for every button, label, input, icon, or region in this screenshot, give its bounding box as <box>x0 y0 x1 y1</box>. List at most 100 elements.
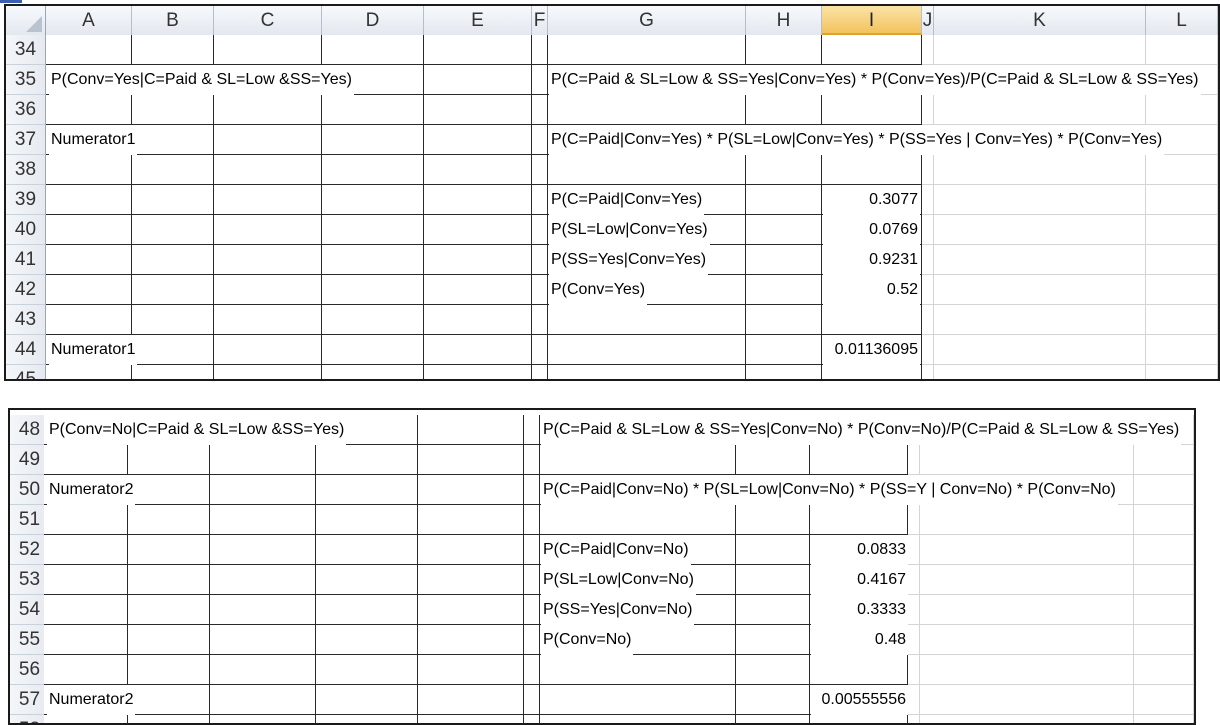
cell-g48-bayes-formula-no[interactable]: P(C=Paid & SL=Low & SS=Yes|Conv=No) * P(… <box>541 415 1182 445</box>
grid-cell[interactable] <box>128 685 210 715</box>
row-header[interactable]: 41 <box>6 245 46 275</box>
grid-cell[interactable] <box>1146 275 1218 305</box>
grid-cell[interactable] <box>922 275 934 305</box>
grid-cell[interactable] <box>736 445 810 475</box>
grid-cell[interactable] <box>540 445 736 475</box>
grid-cell[interactable] <box>524 445 540 475</box>
cell-a50-numerator2-label[interactable]: Numerator2 <box>47 475 136 505</box>
cell-g35-bayes-formula-yes[interactable]: P(C=Paid & SL=Low & SS=Yes|Conv=Yes) * P… <box>549 65 1201 95</box>
grid-cell[interactable] <box>424 305 532 335</box>
grid-cell[interactable] <box>524 535 540 565</box>
grid-cell[interactable] <box>548 305 746 335</box>
grid-cell[interactable] <box>920 445 1134 475</box>
grid-cell[interactable] <box>132 275 214 305</box>
column-header-e[interactable]: E <box>424 6 532 35</box>
grid-cell[interactable] <box>736 565 810 595</box>
grid-cell[interactable] <box>934 35 1146 65</box>
row-header[interactable]: 39 <box>6 185 46 215</box>
grid-cell[interactable] <box>214 335 322 365</box>
grid-cell[interactable] <box>322 185 424 215</box>
grid-cell[interactable] <box>1146 215 1218 245</box>
grid-cell[interactable] <box>316 505 418 535</box>
column-header-a[interactable]: A <box>46 6 132 35</box>
grid-cell[interactable] <box>214 305 322 335</box>
grid-cell[interactable] <box>128 505 210 535</box>
cell-a44-numerator1-label[interactable]: Numerator1 <box>49 335 138 365</box>
grid-cell[interactable] <box>46 365 132 379</box>
column-header-g[interactable]: G <box>548 6 746 35</box>
grid-cell[interactable] <box>214 155 322 185</box>
grid-cell[interactable] <box>822 155 922 185</box>
grid-cell[interactable] <box>44 595 128 625</box>
row-header[interactable]: 37 <box>6 125 46 155</box>
grid-cell[interactable] <box>810 505 908 535</box>
grid-cell[interactable] <box>908 535 920 565</box>
grid-cell[interactable] <box>424 335 532 365</box>
grid-cell[interactable] <box>746 305 822 335</box>
select-all-corner[interactable] <box>6 6 46 35</box>
grid-cell[interactable] <box>822 35 922 65</box>
grid-cell[interactable] <box>44 625 128 655</box>
grid-cell[interactable] <box>1134 685 1194 715</box>
grid-cell[interactable] <box>922 185 934 215</box>
grid-cell[interactable] <box>908 655 920 685</box>
grid-cell[interactable] <box>44 505 128 535</box>
grid-cell[interactable] <box>540 685 736 715</box>
column-header-j[interactable]: J <box>922 6 934 35</box>
cell-g50-numerator2-formula[interactable]: P(C=Paid|Conv=No) * P(SL=Low|Conv=No) * … <box>541 475 1118 505</box>
grid-cell[interactable] <box>214 215 322 245</box>
cell-g53-label[interactable]: P(SL=Low|Conv=No) <box>541 565 696 595</box>
grid-cell[interactable] <box>736 655 810 685</box>
grid-cell[interactable] <box>418 505 524 535</box>
cell-g55-label[interactable]: P(Conv=No) <box>541 625 634 655</box>
grid-cell[interactable] <box>128 715 210 723</box>
grid-cell[interactable] <box>210 655 316 685</box>
grid-cell[interactable] <box>1146 245 1218 275</box>
grid-cell[interactable] <box>424 65 532 95</box>
grid-cell[interactable] <box>934 185 1146 215</box>
grid-cell[interactable] <box>322 155 424 185</box>
grid-cell[interactable] <box>418 595 524 625</box>
grid-cell[interactable] <box>920 625 1134 655</box>
grid-cell[interactable] <box>548 35 746 65</box>
grid-cell[interactable] <box>920 655 1134 685</box>
row-header[interactable]: 40 <box>6 215 46 245</box>
grid-cell[interactable] <box>1134 565 1194 595</box>
grid-cell[interactable] <box>934 155 1146 185</box>
grid-cell[interactable] <box>210 475 316 505</box>
grid-cell[interactable] <box>322 275 424 305</box>
cell-a57-numerator2-label[interactable]: Numerator2 <box>47 685 136 715</box>
grid-cell[interactable] <box>920 535 1134 565</box>
grid-cell[interactable] <box>316 595 418 625</box>
grid-cell[interactable] <box>128 535 210 565</box>
grid-cell[interactable] <box>132 305 214 335</box>
grid-cell[interactable] <box>46 95 132 125</box>
cell-a35-posterior-yes[interactable]: P(Conv=Yes|C=Paid & SL=Low &SS=Yes) <box>49 65 354 95</box>
grid-cell[interactable] <box>822 95 922 125</box>
grid-cell[interactable] <box>934 95 1146 125</box>
grid-cell[interactable] <box>532 125 548 155</box>
grid-cell[interactable] <box>322 245 424 275</box>
grid-cell[interactable] <box>44 445 128 475</box>
grid-cell[interactable] <box>424 35 532 65</box>
grid-cell[interactable] <box>548 95 746 125</box>
grid-cell[interactable] <box>46 35 132 65</box>
grid-cell[interactable] <box>1134 505 1194 535</box>
cell-g40-label[interactable]: P(SL=Low|Conv=Yes) <box>549 215 710 245</box>
grid-cell[interactable] <box>214 245 322 275</box>
grid-cell[interactable] <box>214 185 322 215</box>
grid-cell[interactable] <box>46 185 132 215</box>
grid-cell[interactable] <box>132 125 214 155</box>
grid-cell[interactable] <box>214 95 322 125</box>
grid-cell[interactable] <box>132 185 214 215</box>
grid-cell[interactable] <box>46 305 132 335</box>
grid-cell[interactable] <box>524 715 540 723</box>
grid-cell[interactable] <box>746 215 822 245</box>
grid-cell[interactable] <box>1134 475 1194 505</box>
grid-cell[interactable] <box>418 715 524 723</box>
row-header[interactable]: 45 <box>6 365 46 379</box>
grid-cell[interactable] <box>418 415 524 445</box>
grid-cell[interactable] <box>322 215 424 245</box>
column-header-d[interactable]: D <box>322 6 424 35</box>
cell-g52-label[interactable]: P(C=Paid|Conv=No) <box>541 535 691 565</box>
